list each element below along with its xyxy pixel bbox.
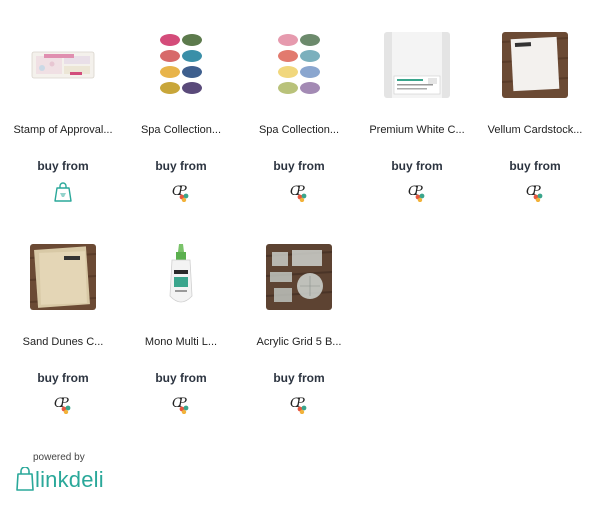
product-card[interactable]: Premium White C... buy from C P	[358, 28, 476, 240]
stamp-set-image[interactable]	[30, 32, 96, 98]
retailer-logo-icon[interactable]: C P	[170, 393, 192, 415]
product-row: Stamp of Approval... buy from Spa Collec…	[4, 28, 594, 240]
product-title[interactable]: Vellum Cardstock...	[483, 125, 587, 155]
retailer-logo-icon[interactable]: C P	[170, 181, 192, 203]
product-title[interactable]: Spa Collection...	[247, 125, 351, 155]
retailer-logo-icon[interactable]: C P	[406, 181, 428, 203]
cardstock-image[interactable]	[384, 32, 450, 98]
acrylic-blocks-image[interactable]	[266, 244, 332, 310]
buy-from-label: buy from	[391, 159, 443, 173]
product-grid: Stamp of Approval... buy from Spa Collec…	[4, 28, 594, 452]
shopping-bag-icon[interactable]	[52, 181, 74, 203]
product-card[interactable]: Acrylic Grid 5 B... buy from C P	[240, 240, 358, 452]
ink-pads-image[interactable]	[266, 32, 332, 98]
buy-from-label: buy from	[155, 371, 207, 385]
product-card[interactable]: Spa Collection... buy from C P	[122, 28, 240, 240]
buy-from-label: buy from	[37, 159, 89, 173]
product-title[interactable]: Sand Dunes C...	[11, 337, 115, 367]
product-card[interactable]: Mono Multi L... buy from C P	[122, 240, 240, 452]
linkdeli-bag-icon	[16, 467, 34, 491]
buy-from-label: buy from	[509, 159, 561, 173]
product-card[interactable]: Sand Dunes C... buy from C P	[4, 240, 122, 452]
vellum-image[interactable]	[502, 32, 568, 98]
retailer-logo-icon[interactable]: C P	[288, 393, 310, 415]
product-title[interactable]: Acrylic Grid 5 B...	[247, 337, 351, 367]
retailer-logo-icon[interactable]: C P	[52, 393, 74, 415]
product-title[interactable]: Spa Collection...	[129, 125, 233, 155]
glue-bottle-image[interactable]	[148, 244, 214, 310]
powered-by-label: powered by	[33, 452, 85, 463]
product-row: Sand Dunes C... buy from C P Mono Multi …	[4, 240, 594, 452]
product-title[interactable]: Mono Multi L...	[129, 337, 233, 367]
product-card[interactable]: Stamp of Approval... buy from	[4, 28, 122, 240]
linkdeli-wordmark: linkdeli	[35, 467, 104, 492]
retailer-logo-icon[interactable]: C P	[524, 181, 546, 203]
retailer-logo-icon[interactable]: C P	[288, 181, 310, 203]
buy-from-label: buy from	[37, 371, 89, 385]
product-title[interactable]: Premium White C...	[365, 125, 469, 155]
buy-from-label: buy from	[273, 371, 325, 385]
linkdeli-logo[interactable]: linkdeli	[16, 467, 116, 491]
powered-by-footer[interactable]: powered by linkdeli	[16, 452, 116, 491]
buy-from-label: buy from	[273, 159, 325, 173]
sand-cardstock-image[interactable]	[30, 244, 96, 310]
product-title[interactable]: Stamp of Approval...	[11, 125, 115, 155]
product-card[interactable]: Vellum Cardstock... buy from C P	[476, 28, 594, 240]
product-card[interactable]: Spa Collection... buy from C P	[240, 28, 358, 240]
ink-pads-image[interactable]	[148, 32, 214, 98]
buy-from-label: buy from	[155, 159, 207, 173]
